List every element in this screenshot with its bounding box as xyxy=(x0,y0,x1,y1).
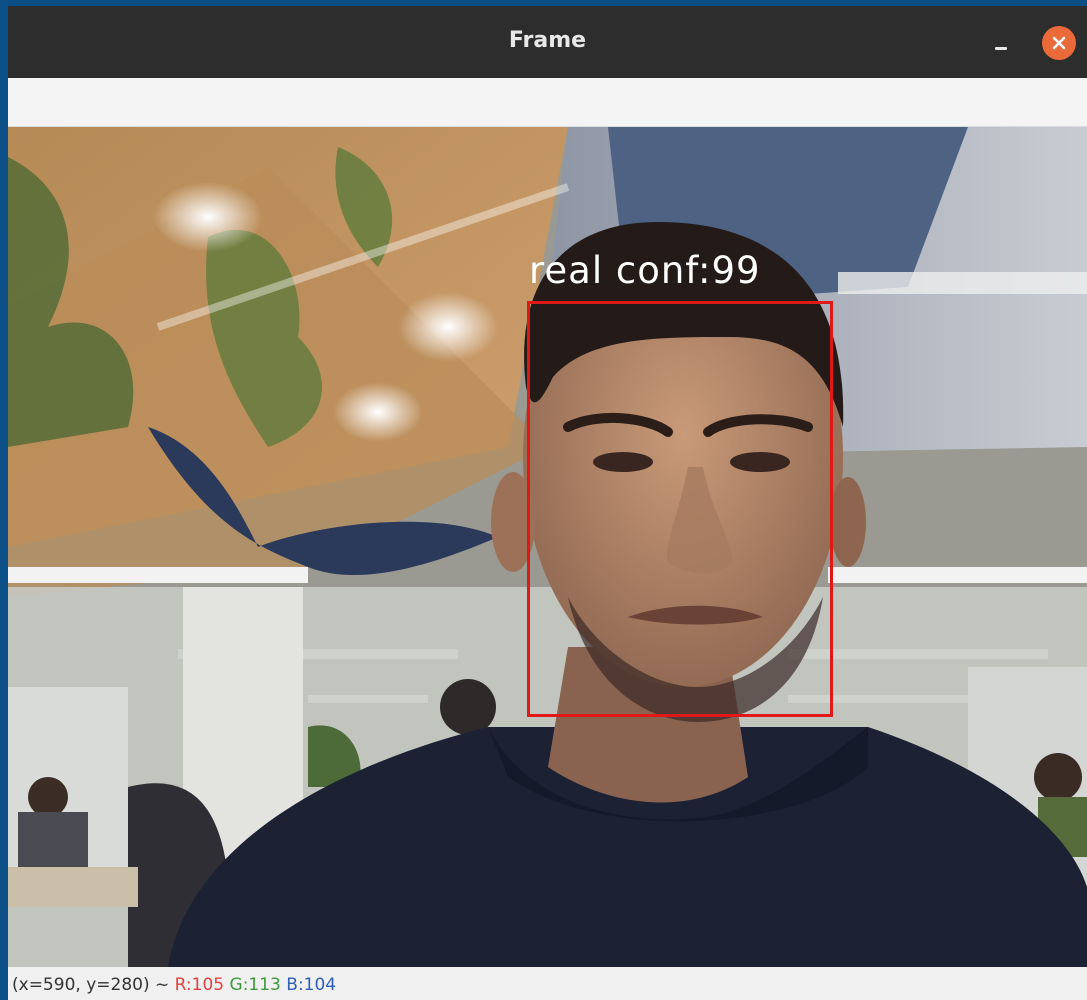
cursor-position: (x=590, y=280) ~ xyxy=(12,975,170,995)
detection-label: real conf:99 xyxy=(529,249,761,292)
opencv-window: Frame real conf:99 (x=590, y=280) ~ R:10… xyxy=(8,6,1087,1000)
window-title: Frame xyxy=(508,28,587,53)
pixel-blue-value: B:104 xyxy=(286,975,337,995)
pixel-red-value: R:105 xyxy=(174,975,225,995)
minimize-button[interactable] xyxy=(986,30,1016,54)
face-bounding-box xyxy=(527,301,833,717)
close-button[interactable] xyxy=(1042,26,1076,60)
pixel-green-value: G:113 xyxy=(229,975,281,995)
camera-frame[interactable]: real conf:99 xyxy=(8,127,1087,967)
close-icon xyxy=(1052,36,1066,50)
toolbar xyxy=(8,78,1087,127)
title-bar[interactable]: Frame xyxy=(8,6,1087,78)
status-bar: (x=590, y=280) ~ R:105 G:113 B:104 xyxy=(8,967,1087,1000)
